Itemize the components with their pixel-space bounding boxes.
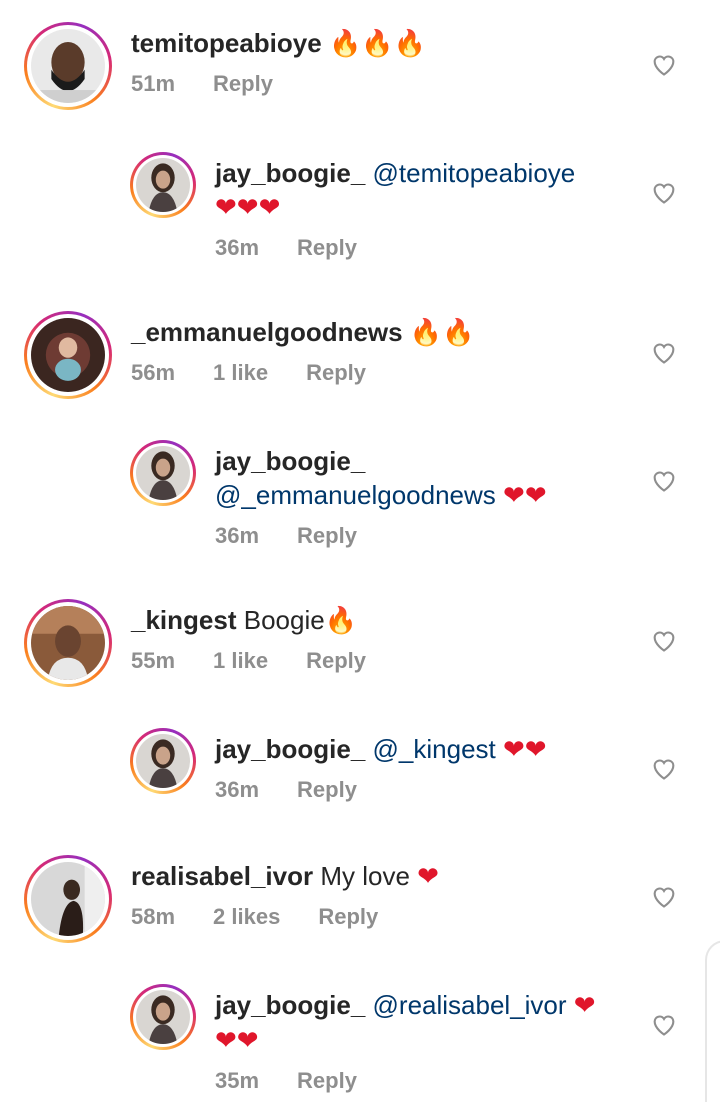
like-heart-icon[interactable] [650, 755, 678, 781]
sheet-edge [705, 940, 720, 1102]
reply-button[interactable]: Reply [306, 648, 366, 673]
reply-time: 36m [215, 777, 260, 802]
comment-username[interactable]: temitopeabioye [131, 28, 322, 58]
reply-button[interactable]: Reply [318, 904, 378, 929]
likes-count[interactable]: 1 like [213, 360, 268, 385]
like-heart-icon[interactable] [650, 51, 678, 77]
reply-username[interactable]: jay_boogie_ [215, 446, 365, 476]
comment-username[interactable]: _kingest [131, 605, 237, 635]
likes-count[interactable]: 1 like [213, 648, 268, 673]
comment-emoji: ❤ [417, 862, 439, 892]
reply-username[interactable]: jay_boogie_ [215, 734, 365, 764]
likes-count[interactable]: 2 likes [213, 904, 280, 929]
avatar[interactable] [130, 728, 196, 794]
reply-button[interactable]: Reply [297, 235, 357, 260]
like-heart-icon[interactable] [650, 467, 678, 493]
avatar[interactable] [130, 152, 196, 218]
reply-button[interactable]: Reply [297, 523, 357, 548]
comment-time: 55m [131, 648, 176, 673]
comment-text: Boogie [243, 605, 325, 635]
comment-emoji: 🔥 [324, 606, 358, 636]
comment-username[interactable]: _emmanuelgoodnews [131, 317, 403, 347]
reply-button[interactable]: Reply [306, 360, 366, 385]
mention-link[interactable]: @_emmanuelgoodnews [215, 480, 496, 510]
like-heart-icon[interactable] [650, 883, 678, 909]
like-heart-icon[interactable] [650, 1011, 678, 1037]
like-heart-icon[interactable] [650, 179, 678, 205]
reply-button[interactable]: Reply [297, 777, 357, 802]
avatar[interactable] [130, 440, 196, 506]
reply-emoji: ❤❤ [503, 481, 547, 511]
avatar[interactable] [24, 855, 112, 943]
reply-emoji: ❤❤❤ [215, 193, 281, 223]
avatar[interactable] [24, 22, 112, 110]
reply-time: 36m [215, 523, 260, 548]
mention-link[interactable]: @_kingest [373, 734, 496, 764]
like-heart-icon[interactable] [650, 339, 678, 365]
like-heart-icon[interactable] [650, 627, 678, 653]
avatar[interactable] [24, 599, 112, 687]
comment-text: My love [320, 861, 410, 891]
reply-emoji: ❤❤ [502, 735, 547, 765]
comment-username[interactable]: realisabel_ivor [131, 861, 313, 891]
comment-time: 56m [131, 360, 176, 385]
comment-time: 58m [131, 904, 176, 929]
comment-emoji: 🔥🔥🔥 [328, 29, 427, 59]
reply-button[interactable]: Reply [297, 1068, 357, 1093]
comment-emoji: 🔥🔥 [409, 318, 475, 348]
reply-button[interactable]: Reply [213, 71, 273, 96]
mention-link[interactable]: @realisabel_ivor [373, 990, 567, 1020]
mention-link[interactable]: @temitopeabioye [373, 158, 576, 188]
comment-time: 51m [131, 71, 176, 96]
avatar[interactable] [130, 984, 196, 1050]
reply-time: 36m [215, 235, 260, 260]
reply-username[interactable]: jay_boogie_ [215, 990, 365, 1020]
avatar[interactable] [24, 311, 112, 399]
reply-time: 35m [215, 1068, 260, 1093]
reply-username[interactable]: jay_boogie_ [215, 158, 365, 188]
